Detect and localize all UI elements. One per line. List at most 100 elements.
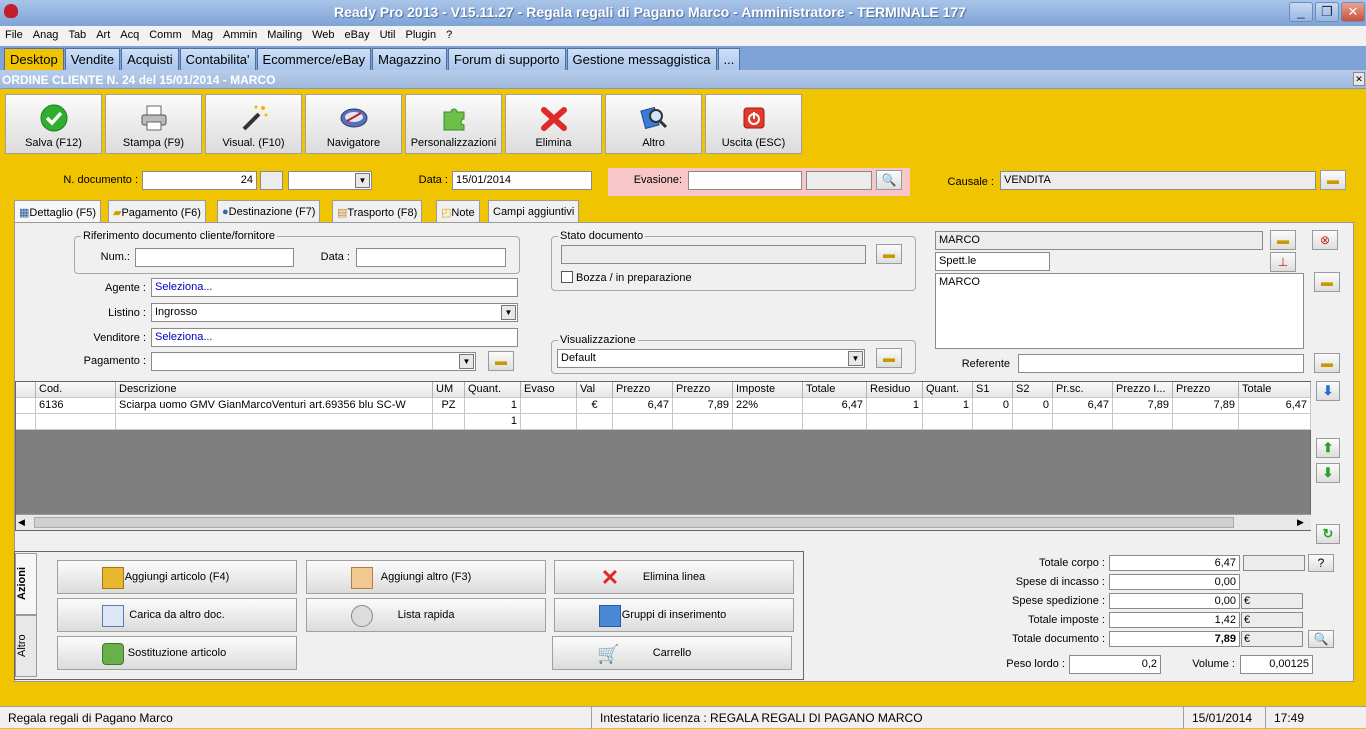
referente-folder-icon[interactable]: ▬ <box>1314 353 1340 373</box>
address-folder-icon[interactable]: ▬ <box>1314 272 1340 292</box>
grid-cell[interactable]: Sciarpa uomo GMV GianMarcoVenturi art.69… <box>116 398 433 414</box>
close-button[interactable]: ✕ <box>1341 2 1365 22</box>
refresh-icon[interactable]: ↻ <box>1316 524 1340 544</box>
cliente-name-field[interactable]: MARCO <box>935 231 1263 250</box>
tab-more[interactable]: ... <box>717 48 741 70</box>
referente-field[interactable] <box>1018 354 1304 373</box>
replace-item-button[interactable]: Sostituzione articolo <box>57 636 297 670</box>
customize-button[interactable]: Personalizzazioni <box>405 94 502 154</box>
grid-cell[interactable]: 7,89 <box>673 398 733 414</box>
data-field[interactable]: 15/01/2014 <box>452 171 592 190</box>
minimize-button[interactable]: _ <box>1289 2 1313 22</box>
grid-cell[interactable]: PZ <box>433 398 465 414</box>
tab-contabilita[interactable]: Contabilita' <box>179 48 256 70</box>
agente-field[interactable]: Seleziona... <box>151 278 518 297</box>
ref-data-field[interactable] <box>356 248 506 267</box>
spese-spedizione-field[interactable]: 0,00 <box>1109 593 1240 609</box>
grid-cell[interactable]: 6,47 <box>1053 398 1113 414</box>
spese-incasso-field[interactable]: 0,00 <box>1109 574 1240 590</box>
stamp-icon[interactable]: ⊥ <box>1270 252 1296 272</box>
peso-lordo-field[interactable]: 0,2 <box>1069 655 1161 674</box>
grid-cell[interactable]: 6,47 <box>613 398 673 414</box>
grid-header-cell[interactable]: Quant. <box>465 382 521 398</box>
help-button[interactable]: ? <box>1308 554 1334 572</box>
grid-header-cell[interactable]: Totale <box>1239 382 1311 398</box>
cliente-remove-icon[interactable]: ⊗ <box>1312 230 1338 250</box>
add-item-button[interactable]: Aggiungi articolo (F4) <box>57 560 297 594</box>
causale-field[interactable]: VENDITA <box>1000 171 1316 190</box>
grid-cell[interactable] <box>1239 414 1311 430</box>
grid-cell[interactable] <box>1053 414 1113 430</box>
menu-ebay[interactable]: eBay <box>340 26 375 41</box>
evasione-field[interactable] <box>688 171 802 190</box>
menu-anag[interactable]: Anag <box>28 26 64 41</box>
grid-header-cell[interactable]: Descrizione <box>116 382 433 398</box>
grid-cell[interactable]: 6136 <box>36 398 116 414</box>
grid-header-cell[interactable]: Quant. <box>923 382 973 398</box>
search-icon[interactable]: 🔍 <box>1308 630 1334 648</box>
grid-header-cell[interactable]: Prezzo <box>1173 382 1239 398</box>
causale-folder-icon[interactable]: ▬ <box>1320 170 1346 190</box>
menu-help[interactable]: ? <box>441 26 457 41</box>
scroll-right-icon[interactable]: ▶ <box>1297 517 1304 528</box>
menu-util[interactable]: Util <box>375 26 401 41</box>
grid-cell[interactable]: 6,47 <box>1239 398 1311 414</box>
grid-header-cell[interactable]: Totale <box>803 382 867 398</box>
arrow-up-icon[interactable]: ⬆ <box>1316 438 1340 458</box>
scroll-thumb[interactable] <box>34 517 1234 528</box>
grid-cell[interactable] <box>673 414 733 430</box>
menu-plugin[interactable]: Plugin <box>401 26 442 41</box>
grid-header-cell[interactable]: Prezzo I... <box>1113 382 1173 398</box>
tab-vendite[interactable]: Vendite <box>64 48 121 70</box>
menu-ammin[interactable]: Ammin <box>218 26 262 41</box>
tab-desktop[interactable]: Desktop <box>4 48 64 70</box>
tab-destinazione[interactable]: ●Destinazione (F7) <box>217 200 321 223</box>
delete-button[interactable]: Elimina <box>505 94 602 154</box>
ndoc-field[interactable]: 24 <box>142 171 257 190</box>
menu-tab[interactable]: Tab <box>63 26 91 41</box>
cliente-folder-icon[interactable]: ▬ <box>1270 230 1296 250</box>
grid-header-cell[interactable]: Imposte <box>733 382 803 398</box>
grid-cell[interactable] <box>1173 414 1239 430</box>
vtab-azioni[interactable]: Azioni <box>15 553 37 615</box>
grid-cell[interactable] <box>923 414 973 430</box>
grid-header-cell[interactable]: Pr.sc. <box>1053 382 1113 398</box>
delete-line-button[interactable]: ✕ Elimina linea <box>554 560 794 594</box>
grid-header-cell[interactable]: Prezzo <box>613 382 673 398</box>
grid-cell[interactable]: 7,89 <box>1173 398 1239 414</box>
visualizzazione-select[interactable]: Default ▼ <box>557 349 865 368</box>
grid-cell[interactable] <box>16 398 36 414</box>
menu-file[interactable]: File <box>0 26 28 41</box>
grid-header-cell[interactable]: Evaso <box>521 382 577 398</box>
grid-cell[interactable]: 0 <box>1013 398 1053 414</box>
tab-note[interactable]: ◰Note <box>436 200 480 223</box>
menu-acq[interactable]: Acq <box>115 26 144 41</box>
grid-cell[interactable]: 1 <box>465 414 521 430</box>
tab-messaggistica[interactable]: Gestione messaggistica <box>566 48 717 70</box>
grid-cell[interactable]: 22% <box>733 398 803 414</box>
tab-acquisti[interactable]: Acquisti <box>121 48 179 70</box>
grid-cell[interactable] <box>867 414 923 430</box>
arrow-down-blue-icon[interactable]: ⬇ <box>1316 381 1340 401</box>
grid-cell[interactable] <box>521 398 577 414</box>
table-row[interactable]: 6136 Sciarpa uomo GMV GianMarcoVenturi ar… <box>16 398 1311 414</box>
menu-art[interactable]: Art <box>91 26 115 41</box>
grid-cell[interactable]: 0 <box>973 398 1013 414</box>
grid-header-cell[interactable]: Prezzo <box>673 382 733 398</box>
tab-ecommerce[interactable]: Ecommerce/eBay <box>256 48 372 70</box>
grid-cell[interactable] <box>116 414 433 430</box>
menu-mailing[interactable]: Mailing <box>262 26 307 41</box>
insert-groups-button[interactable]: Gruppi di inserimento <box>554 598 794 632</box>
menu-web[interactable]: Web <box>307 26 339 41</box>
vtab-altro[interactable]: Altro <box>15 615 37 677</box>
quick-list-button[interactable]: Lista rapida <box>306 598 546 632</box>
tab-magazzino[interactable]: Magazzino <box>372 48 447 70</box>
grid-cell[interactable]: 1 <box>867 398 923 414</box>
grid-cell[interactable] <box>733 414 803 430</box>
cart-button[interactable]: 🛒 Carrello <box>552 636 792 670</box>
scroll-left-icon[interactable]: ◀ <box>18 517 25 528</box>
grid-cell[interactable] <box>613 414 673 430</box>
grid-cell[interactable] <box>973 414 1013 430</box>
listino-select[interactable]: Ingrosso ▼ <box>151 303 518 322</box>
load-doc-button[interactable]: Carica da altro doc. <box>57 598 297 632</box>
